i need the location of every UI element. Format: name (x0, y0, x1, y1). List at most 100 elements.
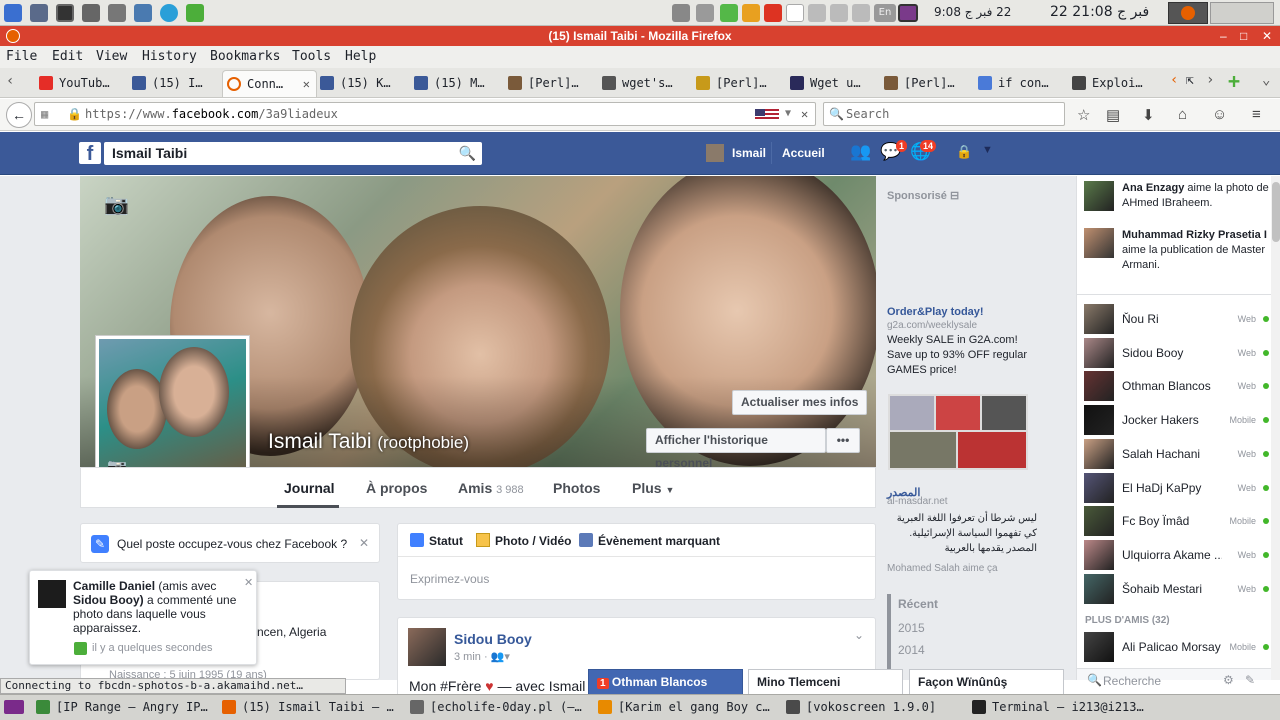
search-icon[interactable]: 🔍 (459, 142, 476, 165)
network-icon[interactable] (830, 4, 848, 22)
tab-more[interactable]: Plus ▼ (632, 480, 674, 496)
ad1-url[interactable]: g2a.com/weeklysale (887, 320, 977, 331)
job-prompt-text[interactable]: Quel poste occupez-vous chez Facebook ? (117, 537, 347, 551)
more-options-button[interactable]: ••• (826, 428, 860, 453)
update-info-button[interactable]: Actualiser mes infos (732, 390, 868, 415)
editor-icon[interactable] (410, 700, 424, 714)
taskbar-item[interactable]: (15) Ismail Taibi – … (242, 700, 394, 714)
bookmark-star-icon[interactable]: ☆ (1077, 106, 1090, 124)
browser-tab[interactable]: [Perl]… (504, 70, 599, 97)
tab-friends[interactable]: Amis 3 988 (458, 480, 524, 496)
browser-tab[interactable]: Wget u… (786, 70, 881, 97)
dropdown-icon[interactable]: ▼ (785, 103, 791, 125)
profile-link[interactable]: Ismail (732, 146, 766, 160)
vlc-icon[interactable] (598, 700, 612, 714)
avatar[interactable] (706, 144, 724, 162)
taskbar-item[interactable]: [Karim el gang Boy c… (618, 700, 770, 714)
profile-name[interactable]: Ismail Taibi (rootphobie) (268, 430, 469, 454)
workspace-icon[interactable] (4, 700, 24, 714)
activity-log-button[interactable]: Afficher l'historique personnel (646, 428, 826, 467)
camera-tray-icon[interactable] (672, 4, 690, 22)
menu-view[interactable]: View (96, 49, 127, 64)
browser-tab[interactable]: wget's… (598, 70, 693, 97)
ad2-url[interactable]: al-masdar.net (887, 496, 948, 507)
taskbar-item[interactable]: [IP Range – Angry IP… (56, 700, 208, 714)
close-tab-icon[interactable]: ✕ (303, 71, 310, 97)
taskbar-item[interactable]: Terminal – i213@i213… (992, 700, 1144, 714)
post-time[interactable]: 3 min · 👥▾ (454, 650, 510, 663)
chat-friend-item[interactable]: El HaDj KaPpy Web (1084, 472, 1274, 503)
skype-icon[interactable] (160, 4, 178, 22)
chat-friend-item[interactable]: Ulquiorra Akame ... Web (1084, 539, 1274, 570)
page-icon[interactable]: ▦ (41, 103, 48, 125)
angryip-icon[interactable] (36, 700, 50, 714)
monitor-tray-icon[interactable] (898, 4, 918, 22)
year-recent[interactable]: Récent (898, 597, 938, 611)
chat-friend-item[interactable]: Fc Boy Ïmâd Mobile (1084, 506, 1274, 537)
reader-icon[interactable]: ▤ (1106, 106, 1120, 124)
tab-photos[interactable]: Photos (553, 480, 600, 496)
browser-tab[interactable]: (15) I… (128, 70, 223, 97)
browser-tab[interactable]: if con… (974, 70, 1069, 97)
tab-about[interactable]: À propos (366, 480, 427, 496)
browser-tab[interactable]: (15) M… (410, 70, 505, 97)
facebook-search-input[interactable]: Ismail Taibi 🔍 (104, 142, 482, 165)
editor-launcher-icon[interactable] (82, 4, 100, 22)
menu-tools[interactable]: Tools (292, 49, 331, 64)
menu-history[interactable]: History (142, 49, 197, 64)
close-icon[interactable]: ✕ (244, 576, 253, 589)
ad1-title[interactable]: Order&Play today! (887, 306, 984, 318)
chat-friend-item[interactable]: Salah Hachani Web (1084, 438, 1274, 469)
menu-help[interactable]: Help (345, 49, 376, 64)
chat-friend-item[interactable]: Sidou Booy Web (1084, 337, 1274, 368)
firefox-icon[interactable] (222, 700, 236, 714)
tab-list-icon[interactable]: ⌄ (1262, 72, 1270, 88)
settings-launcher-icon[interactable] (134, 4, 152, 22)
app-menu-icon[interactable] (4, 4, 22, 22)
post-author[interactable]: Sidou Booy (454, 631, 532, 647)
chevron-down-icon[interactable]: ⌄ (854, 628, 864, 642)
chat-friend-item[interactable]: Šohaib Mestari Web (1084, 573, 1274, 604)
year-2015[interactable]: 2015 (898, 621, 925, 635)
tab-scroll-right-icon[interactable]: › (1206, 72, 1214, 88)
account-menu-icon[interactable]: ▼ (982, 144, 993, 156)
status-tab[interactable]: Statut (429, 534, 463, 548)
maximize-button[interactable]: □ (1240, 26, 1247, 46)
terminal-launcher-icon[interactable] (56, 4, 74, 22)
photo-video-tab[interactable]: Photo / Vidéo (495, 534, 571, 548)
compose-icon[interactable]: ✎ (1245, 673, 1255, 687)
friend-requests-icon[interactable]: 👥 (850, 142, 871, 162)
close-icon[interactable]: ✕ (359, 536, 369, 550)
gear-icon[interactable]: ⚙ (1223, 673, 1234, 687)
menu-edit[interactable]: Edit (52, 49, 83, 64)
privacy-shortcuts-icon[interactable]: 🔒 (956, 144, 972, 160)
chat-tab[interactable]: Mino Tlemceni (748, 669, 903, 695)
search-input[interactable]: 🔍 Search (823, 102, 1065, 126)
ticker-item[interactable]: Muhammad Rizky Prasetia I aime la public… (1122, 228, 1274, 273)
chat-friend-item[interactable]: Ali Palicao Morsay Mobile (1084, 632, 1274, 662)
screenshot-launcher-icon[interactable] (108, 4, 126, 22)
clear-url-icon[interactable]: ✕ (801, 103, 808, 125)
tab-journal[interactable]: Journal (284, 480, 335, 496)
composer-input[interactable]: Exprimez-vous (410, 572, 489, 586)
lock-icon[interactable]: 🔒 (67, 103, 82, 125)
download-icon[interactable]: ⬇ (1142, 106, 1155, 124)
home-link[interactable]: Accueil (782, 146, 825, 160)
terminal-icon[interactable] (972, 700, 986, 714)
ticker-item[interactable]: Ana Enzagy aime la photo de AHmed IBrahe… (1122, 181, 1274, 211)
camera-icon[interactable]: 📷 (104, 192, 129, 217)
chat-friend-item[interactable]: Othman Blancos Web (1084, 371, 1274, 402)
alert-tray-icon[interactable] (742, 4, 760, 22)
menu-file[interactable]: File (6, 49, 37, 64)
volume-icon[interactable] (852, 4, 870, 22)
scrollbar[interactable] (1271, 176, 1280, 680)
ad2-image[interactable] (888, 394, 1028, 470)
hello-icon[interactable]: ☺ (1212, 106, 1227, 123)
chat-tab[interactable]: 1 Othman Blancos (588, 669, 743, 695)
bluetooth-icon[interactable] (808, 4, 826, 22)
chat-friend-item[interactable]: Jocker Hakers Mobile (1084, 405, 1274, 436)
download-manager-icon[interactable] (186, 4, 204, 22)
back-icon[interactable]: ← (6, 102, 32, 128)
chat-friend-item[interactable]: Ňou Ri Web (1084, 304, 1274, 334)
menu-bookmarks[interactable]: Bookmarks (210, 49, 280, 64)
